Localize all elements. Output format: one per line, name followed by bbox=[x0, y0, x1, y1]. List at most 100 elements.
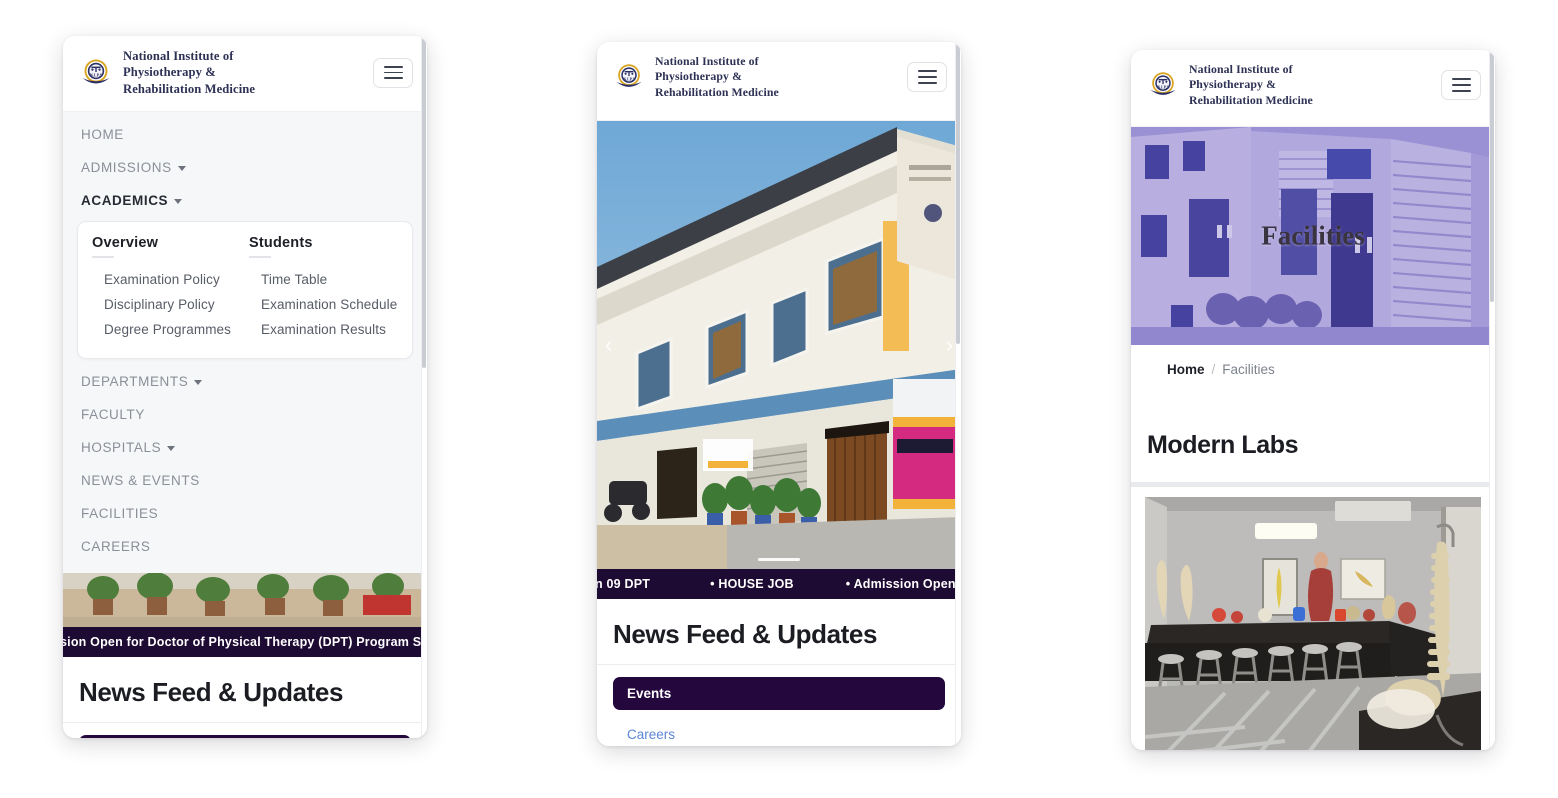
nav-item-departments[interactable]: DEPARTMENTS bbox=[63, 365, 427, 398]
nav-item-label: FACULTY bbox=[81, 407, 145, 423]
nav-item-careers[interactable]: CAREERS bbox=[63, 530, 427, 563]
brand-title: National Institute of Physiotherapy & Re… bbox=[655, 54, 779, 100]
scrollbar-thumb[interactable] bbox=[1490, 52, 1494, 302]
nav-item-academics[interactable]: ACADEMICS bbox=[63, 184, 427, 217]
breadcrumb: Home / Facilities bbox=[1131, 344, 1495, 393]
nav-item-label: DEPARTMENTS bbox=[81, 374, 189, 390]
nav-item-label: FACILITIES bbox=[81, 506, 159, 522]
nav-item-label: HOME bbox=[81, 127, 124, 143]
panel-scrollbar[interactable] bbox=[421, 36, 427, 738]
brand-line-3: Rehabilitation Medicine bbox=[655, 84, 779, 99]
lab-photo-card bbox=[1131, 486, 1495, 750]
news-feed-heading: News Feed & Updates bbox=[79, 677, 344, 708]
news-feed-section: News Feed & Updates Events Careers bbox=[63, 657, 427, 738]
brand-line-2: Physiotherapy & bbox=[123, 65, 216, 80]
nav-item-faculty[interactable]: FACULTY bbox=[63, 398, 427, 431]
nav-item-facilities[interactable]: FACILITIES bbox=[63, 497, 427, 530]
news-feed-tabs: Events Careers bbox=[79, 723, 411, 738]
title-underline bbox=[249, 256, 271, 259]
announcement-ticker: n 09 DPT • HOUSE JOB • Admission Open fo… bbox=[597, 568, 961, 599]
dropdown-link-examination-schedule[interactable]: Examination Schedule bbox=[249, 292, 398, 317]
hero-carousel[interactable]: ‹ › bbox=[597, 120, 961, 569]
screenshot-stage: N.I.P.S National Institute of Physiother… bbox=[0, 0, 1558, 798]
brand-line-2: Physiotherapy & bbox=[1189, 77, 1277, 92]
dropdown-column-students: Students Time Table Examination Schedule… bbox=[249, 235, 398, 342]
chevron-down-icon bbox=[167, 446, 176, 452]
breadcrumb-separator: / bbox=[1211, 361, 1216, 377]
nav-item-label: NEWS & EVENTS bbox=[81, 473, 200, 489]
brand-line-1: National Institute of bbox=[1189, 62, 1293, 76]
ticker-segment-2: • HOUSE JOB bbox=[710, 576, 794, 591]
nav-item-label: HOSPITALS bbox=[81, 440, 162, 456]
brand-title: National Institute of Physiotherapy & Re… bbox=[123, 48, 255, 97]
dropdown-column-title: Overview bbox=[92, 235, 159, 252]
chevron-down-icon bbox=[174, 199, 183, 205]
phone-panel-nav-open: N.I.P.S National Institute of Physiother… bbox=[63, 36, 427, 738]
hamburger-menu-icon[interactable] bbox=[1441, 69, 1481, 100]
dropdown-link-degree-programmes[interactable]: Degree Programmes bbox=[92, 317, 241, 342]
svg-text:N.I.P.S: N.I.P.S bbox=[1157, 84, 1169, 89]
news-feed-heading: News Feed & Updates bbox=[613, 618, 878, 649]
news-feed-tabs: Events Careers bbox=[613, 665, 945, 746]
site-header: N.I.P.S National Institute of Physiother… bbox=[1131, 50, 1495, 127]
page-title: Modern Labs bbox=[1147, 430, 1299, 459]
facilities-page-banner: Facilities bbox=[1131, 126, 1495, 345]
nav-item-label: ACADEMICS bbox=[81, 193, 169, 209]
carousel-indicator[interactable] bbox=[758, 557, 800, 561]
nav-item-home[interactable]: HOME bbox=[63, 118, 427, 151]
brand-line-1: National Institute of bbox=[123, 49, 234, 63]
dropdown-link-examination-policy[interactable]: Examination Policy bbox=[92, 267, 241, 292]
ticker-segment-1: n 09 DPT bbox=[597, 576, 651, 591]
nav-item-label: ADMISSIONS bbox=[81, 160, 172, 176]
breadcrumb-home[interactable]: Home bbox=[1167, 362, 1205, 377]
scrollbar-thumb[interactable] bbox=[956, 44, 960, 344]
brand-title: National Institute of Physiotherapy & Re… bbox=[1189, 62, 1313, 108]
panel-scrollbar[interactable] bbox=[1489, 50, 1495, 750]
brand-line-2: Physiotherapy & bbox=[655, 69, 743, 84]
svg-text:N.I.P.S: N.I.P.S bbox=[623, 76, 635, 81]
site-header: N.I.P.S National Institute of Physiother… bbox=[63, 36, 427, 113]
dropdown-column-overview: Overview Examination Policy Disciplinary… bbox=[92, 235, 241, 342]
svg-text:N.I.P.S: N.I.P.S bbox=[90, 72, 103, 77]
chevron-down-icon bbox=[194, 380, 203, 386]
institute-building-photo bbox=[63, 573, 427, 628]
carousel-prev-arrow[interactable]: ‹ bbox=[605, 332, 612, 358]
hamburger-menu-icon[interactable] bbox=[373, 57, 413, 88]
panel-scrollbar[interactable] bbox=[955, 42, 961, 746]
dropdown-link-time-table[interactable]: Time Table bbox=[249, 267, 398, 292]
institute-crest-icon: N.I.P.S bbox=[1147, 69, 1179, 101]
banner-heading: Facilities bbox=[1261, 220, 1365, 251]
dropdown-link-examination-results[interactable]: Examination Results bbox=[249, 317, 398, 342]
announcement-ticker: sion Open for Doctor of Physical Therapy… bbox=[63, 627, 427, 658]
nav-item-news-events[interactable]: NEWS & EVENTS bbox=[63, 464, 427, 497]
tab-events[interactable]: Events bbox=[613, 676, 945, 710]
site-header: N.I.P.S National Institute of Physiother… bbox=[597, 42, 961, 121]
scrollbar-thumb[interactable] bbox=[422, 38, 426, 368]
tab-events[interactable]: Events bbox=[79, 735, 411, 738]
brand-line-3: Rehabilitation Medicine bbox=[123, 81, 256, 96]
anatomy-lab-photo bbox=[1145, 496, 1481, 750]
nav-item-admissions[interactable]: ADMISSIONS bbox=[63, 151, 427, 184]
institute-building-photo bbox=[597, 120, 961, 569]
ticker-text: sion Open for Doctor of Physical Therapy… bbox=[63, 635, 427, 650]
brand-line-1: National Institute of bbox=[655, 54, 759, 68]
ticker-segment-3: • Admission Open for Doctor bbox=[845, 576, 961, 591]
dropdown-link-disciplinary-policy[interactable]: Disciplinary Policy bbox=[92, 292, 241, 317]
breadcrumb-current: Facilities bbox=[1222, 361, 1275, 377]
dropdown-column-title: Students bbox=[249, 235, 313, 252]
nav-item-label: CAREERS bbox=[81, 539, 151, 555]
institute-crest-icon: N.I.P.S bbox=[613, 61, 645, 93]
page-title-section: Modern Labs bbox=[1131, 392, 1495, 482]
news-feed-section: News Feed & Updates Events Careers bbox=[597, 598, 961, 746]
chevron-down-icon bbox=[177, 166, 186, 172]
phone-panel-facilities: N.I.P.S National Institute of Physiother… bbox=[1131, 50, 1495, 750]
brand-line-3: Rehabilitation Medicine bbox=[1189, 92, 1313, 107]
nav-item-hospitals[interactable]: HOSPITALS bbox=[63, 431, 427, 464]
tab-careers[interactable]: Careers bbox=[613, 718, 945, 746]
hamburger-menu-icon[interactable] bbox=[907, 61, 947, 92]
carousel-next-arrow[interactable]: › bbox=[946, 332, 953, 358]
phone-panel-home: N.I.P.S National Institute of Physiother… bbox=[597, 42, 961, 746]
hero-photo-sliver[interactable] bbox=[63, 573, 427, 628]
title-underline bbox=[92, 256, 114, 259]
academics-dropdown: Overview Examination Policy Disciplinary… bbox=[77, 221, 413, 360]
